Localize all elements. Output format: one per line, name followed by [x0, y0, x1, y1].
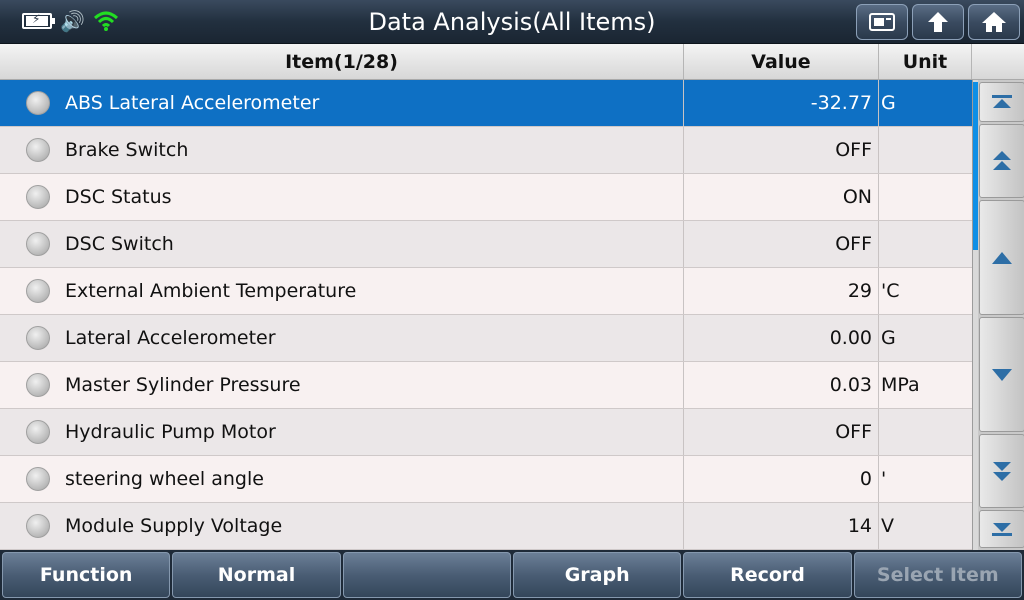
radio-button[interactable] — [26, 232, 50, 256]
table-row[interactable]: DSC Switch OFF — [0, 221, 972, 268]
function-button[interactable]: Function — [2, 552, 171, 598]
table-row[interactable]: steering wheel angle 0 ' — [0, 456, 972, 503]
double-down-arrow-icon — [993, 462, 1011, 481]
item-label: Brake Switch — [65, 139, 189, 161]
column-header-blank — [972, 44, 1024, 79]
item-unit: 'C — [881, 280, 900, 302]
table-row[interactable]: Module Supply Voltage 14 V — [0, 503, 972, 550]
blank-button[interactable] — [342, 552, 511, 598]
double-up-arrow-icon — [993, 151, 1011, 170]
select-item-button[interactable]: Select Item — [853, 552, 1022, 598]
down-arrow-icon — [992, 368, 1012, 381]
radio-button[interactable] — [26, 420, 50, 444]
radio-button[interactable] — [26, 326, 50, 350]
page-up-button[interactable] — [979, 124, 1024, 198]
scroll-top-button[interactable] — [979, 82, 1024, 122]
table-row[interactable]: Master Sylinder Pressure 0.03 MPa — [0, 362, 972, 409]
item-value: 0.00 — [684, 315, 879, 361]
item-value: 0 — [684, 456, 879, 502]
column-header-value: Value — [684, 44, 879, 79]
wifi-icon — [93, 10, 119, 32]
item-label: External Ambient Temperature — [65, 280, 357, 302]
scroll-bottom-button[interactable] — [979, 510, 1024, 548]
item-value: OFF — [684, 127, 879, 173]
radio-button[interactable] — [26, 185, 50, 209]
table-row[interactable]: Brake Switch OFF — [0, 127, 972, 174]
bottom-toolbar: Function Normal Graph Record Select Item — [0, 550, 1024, 600]
scrollbar[interactable] — [973, 80, 978, 550]
graph-button[interactable]: Graph — [512, 552, 682, 598]
item-label: DSC Status — [65, 186, 172, 208]
item-value: ON — [684, 174, 879, 220]
item-unit: V — [881, 515, 894, 537]
home-icon — [982, 12, 1006, 32]
radio-button[interactable] — [26, 279, 50, 303]
scroll-to-bottom-icon — [992, 523, 1012, 536]
print-icon — [869, 13, 895, 31]
scrollbar-thumb[interactable] — [973, 82, 978, 250]
item-unit: G — [881, 327, 896, 349]
scroll-down-button[interactable] — [979, 317, 1024, 432]
print-button[interactable] — [856, 4, 908, 40]
item-label: Master Sylinder Pressure — [65, 374, 301, 396]
battery-icon — [22, 12, 55, 29]
page-down-button[interactable] — [979, 434, 1024, 508]
item-unit — [879, 127, 972, 173]
column-header-unit: Unit — [879, 44, 972, 79]
back-button[interactable] — [912, 4, 964, 40]
table-header: Item(1/28) Value Unit — [0, 44, 1024, 80]
back-arrow-icon — [928, 12, 948, 32]
item-value: 14 — [684, 503, 879, 549]
table-row[interactable]: Lateral Accelerometer 0.00 G — [0, 315, 972, 362]
item-unit — [879, 409, 972, 455]
item-unit — [879, 174, 972, 220]
table-row[interactable]: External Ambient Temperature 29 'C — [0, 268, 972, 315]
item-value: -32.77 — [684, 80, 879, 126]
radio-button[interactable] — [26, 138, 50, 162]
item-value: OFF — [684, 221, 879, 267]
item-label: Hydraulic Pump Motor — [65, 421, 276, 443]
item-value: 29 — [684, 268, 879, 314]
radio-button[interactable] — [26, 91, 50, 115]
item-label: steering wheel angle — [65, 468, 264, 490]
item-unit: ' — [881, 468, 887, 490]
item-value: 0.03 — [684, 362, 879, 408]
item-unit — [879, 221, 972, 267]
scroll-controls — [972, 80, 1024, 550]
scroll-up-button[interactable] — [979, 200, 1024, 315]
up-arrow-icon — [992, 251, 1012, 264]
home-button[interactable] — [968, 4, 1020, 40]
table-row[interactable]: Hydraulic Pump Motor OFF — [0, 409, 972, 456]
item-unit: MPa — [881, 374, 920, 396]
radio-button[interactable] — [26, 467, 50, 491]
item-label: ABS Lateral Accelerometer — [65, 92, 320, 114]
normal-button[interactable]: Normal — [172, 552, 341, 598]
item-label: DSC Switch — [65, 233, 174, 255]
scroll-to-top-icon — [992, 95, 1012, 108]
status-icons: 🔊 — [22, 8, 119, 34]
table-row[interactable]: ABS Lateral Accelerometer -32.77 G — [0, 80, 972, 127]
data-table: ABS Lateral Accelerometer -32.77 G Brake… — [0, 80, 972, 550]
column-header-item: Item(1/28) — [0, 44, 684, 79]
item-unit: G — [881, 92, 896, 114]
table-row[interactable]: DSC Status ON — [0, 174, 972, 221]
item-label: Lateral Accelerometer — [65, 327, 276, 349]
item-value: OFF — [684, 409, 879, 455]
item-label: Module Supply Voltage — [65, 515, 283, 537]
radio-button[interactable] — [26, 373, 50, 397]
speaker-icon: 🔊 — [60, 9, 85, 33]
top-bar: 🔊 Data Analysis(All Items) — [0, 0, 1024, 44]
radio-button[interactable] — [26, 514, 50, 538]
record-button[interactable]: Record — [683, 552, 852, 598]
